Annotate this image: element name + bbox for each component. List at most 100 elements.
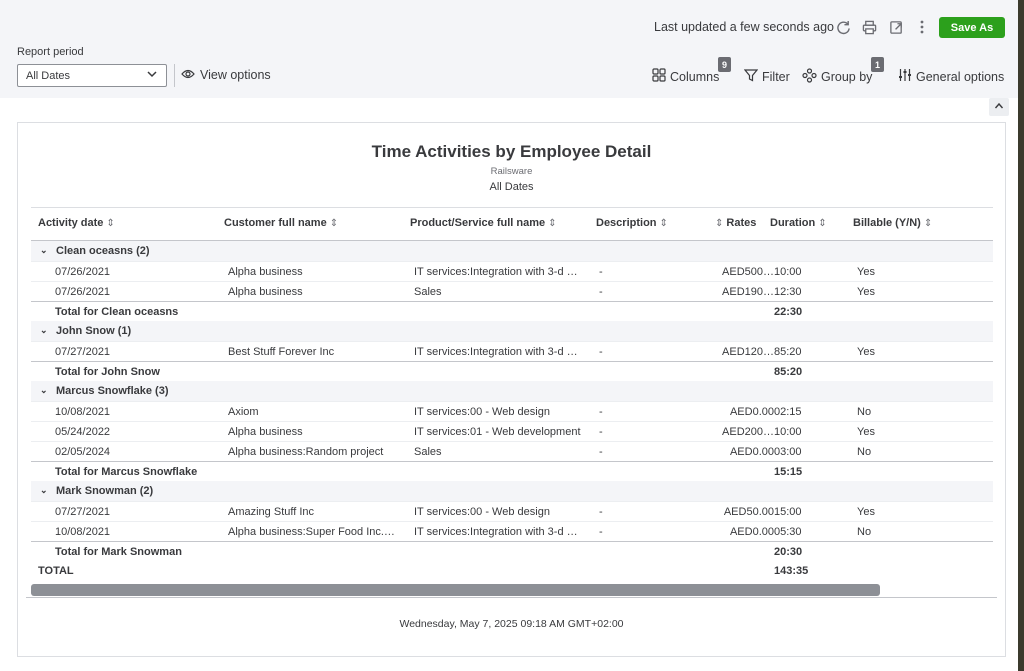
scrollbar-thumb[interactable] [31,584,880,596]
column-header-product[interactable]: Product/Service full name ⇕ [410,217,557,229]
cell-rate: AED500… [722,266,774,278]
cell-duration: 10:00 [774,426,802,438]
table-row: 02/05/2024 Alpha business:Random project… [31,441,993,461]
columns-count-badge: 9 [718,57,731,72]
cell-product: IT services:Integration with 3-d … [414,526,578,538]
sort-icon: ⇕ [818,218,827,229]
cell-billable: No [857,406,872,418]
group-by-count-badge: 1 [871,57,884,72]
cell-billable: Yes [857,506,875,518]
cell-billable: No [857,526,872,538]
group-name: Mark Snowman (2) [56,485,154,497]
sort-icon: ⇕ [715,218,724,229]
cell-duration: 12:30 [774,286,802,298]
cell-billable: Yes [857,346,875,358]
cell-product: Sales [414,286,442,298]
group-name: Clean oceasns (2) [56,245,150,257]
cell-duration: 10:00 [774,266,802,278]
total-label: Total for Marcus Snowflake [55,466,198,478]
column-header-activity-date[interactable]: Activity date ⇕ [38,217,115,229]
chevron-down-icon [146,68,158,83]
group-name: John Snow (1) [56,325,132,337]
divider [31,207,993,208]
cell-billable: Yes [857,286,875,298]
filter-icon [743,68,759,85]
more-icon[interactable] [913,18,931,36]
view-options-button[interactable]: View options [181,68,271,82]
report-toolbar: Last updated a few seconds ago Save As R… [0,0,1024,98]
cell-customer[interactable]: Axiom [228,406,398,418]
report-timestamp: Wednesday, May 7, 2025 09:18 AM GMT+02:0… [399,618,624,630]
group-total-row: Total for Mark Snowman 20:30 [31,541,993,561]
table-row: 10/08/2021 Alpha business:Super Food Inc… [31,521,993,541]
report-period-select[interactable]: All Dates [17,64,167,87]
cell-description: - [599,346,603,358]
cell-product: IT services:01 - Web development [414,426,581,438]
cell-billable: Yes [857,266,875,278]
filter-label: Filter [762,69,790,84]
cell-date: 07/26/2021 [55,286,111,298]
cell-rate: AED120… [722,346,774,358]
group-row[interactable]: ⌄ Marcus Snowflake (3) [31,381,993,401]
export-icon[interactable] [887,18,905,36]
horizontal-scrollbar[interactable] [31,584,993,596]
print-icon[interactable] [860,18,878,36]
cell-rate: AED0.00 [729,446,774,458]
column-header-duration[interactable]: Duration ⇕ [770,217,827,229]
report-card: Time Activities by Employee Detail Rails… [17,122,1006,657]
report-period-subtitle: All Dates [489,181,534,193]
total-duration: 15:15 [774,466,803,478]
cell-duration: 15:00 [774,506,802,518]
cell-date: 02/05/2024 [55,446,111,458]
cell-product: IT services:00 - Web design [414,506,550,518]
column-header-billable[interactable]: Billable (Y/N) ⇕ [853,217,932,229]
columns-button[interactable]: Columns [652,68,719,85]
report-title: Time Activities by Employee Detail [371,142,652,161]
cell-date: 05/24/2022 [55,426,111,438]
sort-icon: ⇕ [106,218,115,229]
window-edge [1018,0,1024,671]
column-header-customer[interactable]: Customer full name ⇕ [224,217,338,229]
report-company: Railsware [490,166,533,177]
cell-customer[interactable]: Alpha business [228,266,398,278]
cell-customer[interactable]: Alpha business [228,286,398,298]
total-label: Total for Mark Snowman [55,546,182,558]
group-row[interactable]: ⌄ Mark Snowman (2) [31,481,993,501]
cell-customer[interactable]: Alpha business:Super Food Inc.… [228,526,398,538]
filter-button[interactable]: Filter [743,68,790,85]
cell-date: 07/26/2021 [55,266,111,278]
cell-duration: 05:30 [774,526,802,538]
total-label: Total for Clean oceasns [55,306,179,318]
total-duration: 22:30 [774,306,803,318]
table-row: 07/27/2021 Amazing Stuff Inc IT services… [31,501,993,521]
group-total-row: Total for Clean oceasns 22:30 [31,301,993,321]
cell-customer[interactable]: Alpha business:Random project [228,446,398,458]
save-as-button[interactable]: Save As [939,17,1005,38]
sort-icon: ⇕ [923,218,933,229]
report-period-label: Report period [17,46,84,58]
cell-product: IT services:Integration with 3-d … [414,266,578,278]
total-duration: 85:20 [774,366,803,378]
group-by-button[interactable]: Group by [802,68,872,86]
collapse-toolbar-button[interactable] [989,98,1009,116]
refresh-icon[interactable] [834,18,852,36]
sort-icon: ⇕ [548,218,557,229]
column-header-rates[interactable]: ⇕ Rates [715,217,756,229]
table-row: 07/26/2021 Alpha business Sales - AED190… [31,281,993,301]
grand-total-label: TOTAL [38,565,74,577]
chevron-up-icon [994,101,1004,114]
cell-description: - [599,406,603,418]
cell-customer[interactable]: Amazing Stuff Inc [228,506,398,518]
group-row[interactable]: ⌄ John Snow (1) [31,321,993,341]
grand-total-row: TOTAL 143:35 [31,561,993,583]
cell-customer[interactable]: Alpha business [228,426,398,438]
columns-icon [652,68,666,85]
group-row[interactable]: ⌄ Clean oceasns (2) [31,241,993,261]
column-header-description[interactable]: Description ⇕ [596,217,668,229]
total-label: Total for John Snow [55,366,160,378]
cell-description: - [599,526,603,538]
cell-product: Sales [414,446,442,458]
cell-duration: 03:00 [774,446,802,458]
cell-customer[interactable]: Best Stuff Forever Inc [228,346,398,358]
general-options-button[interactable]: General options [898,68,1004,85]
